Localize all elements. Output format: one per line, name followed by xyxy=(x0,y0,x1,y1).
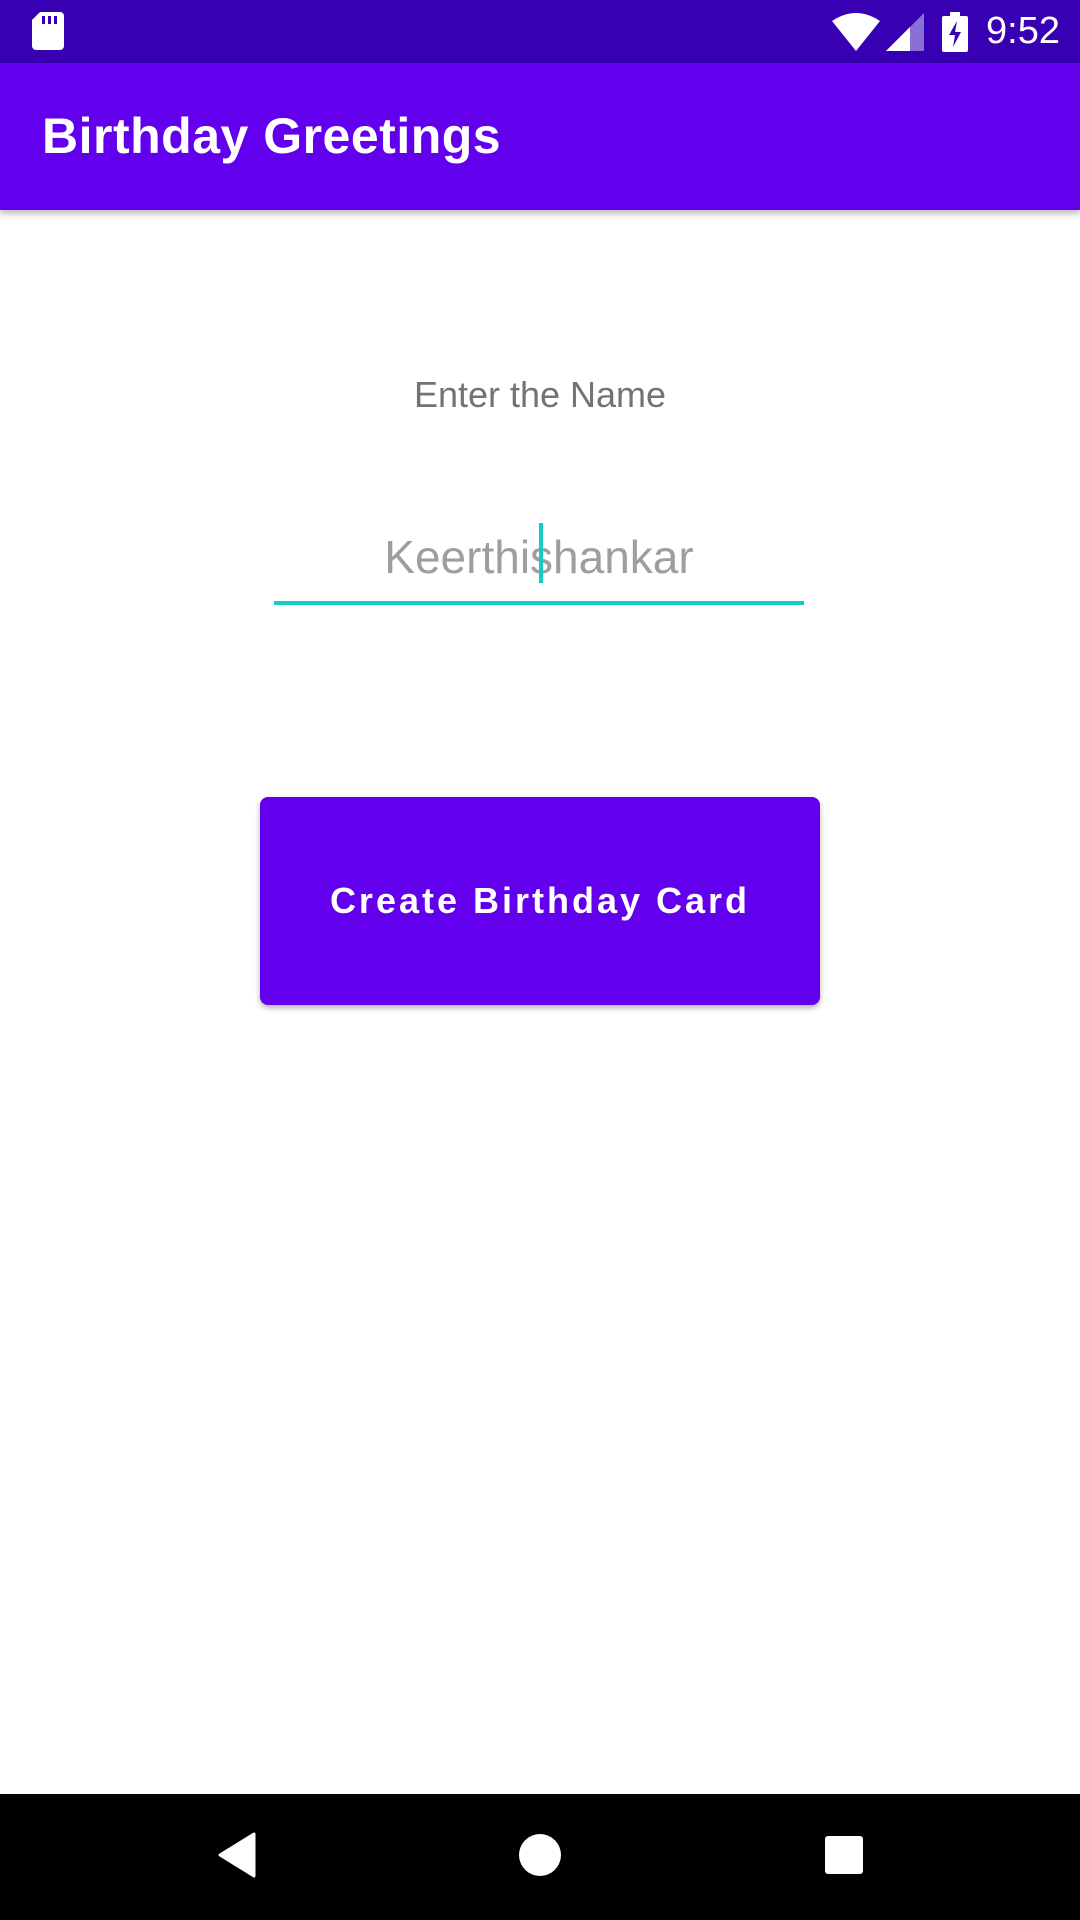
battery-charging-icon xyxy=(942,11,969,52)
signal-icon xyxy=(886,12,925,51)
back-icon xyxy=(216,1832,256,1882)
input-underline xyxy=(274,601,804,605)
create-button-label: Create Birthday Card xyxy=(329,880,751,921)
recents-button[interactable] xyxy=(784,1794,904,1920)
create-birthday-card-button[interactable]: Create Birthday Card xyxy=(260,797,820,1005)
home-icon xyxy=(518,1833,562,1881)
status-icons: 9:52 xyxy=(832,0,1060,63)
app-title: Birthday Greetings xyxy=(42,108,502,164)
status-clock: 9:52 xyxy=(986,10,1060,52)
sd-card-icon xyxy=(32,12,64,50)
navigation-bar xyxy=(0,1794,1080,1920)
recents-icon xyxy=(824,1835,864,1879)
home-button[interactable] xyxy=(480,1794,600,1920)
name-input-container[interactable] xyxy=(274,515,804,605)
name-label: Enter the Name xyxy=(413,374,667,415)
text-cursor xyxy=(539,523,543,583)
status-bar: 9:52 xyxy=(0,0,1080,63)
back-button[interactable] xyxy=(176,1794,296,1920)
screen: 9:52 Birthday Greetings Enter the Name C… xyxy=(0,0,1080,1920)
wifi-icon xyxy=(832,12,881,51)
app-bar: Birthday Greetings xyxy=(0,63,1080,210)
